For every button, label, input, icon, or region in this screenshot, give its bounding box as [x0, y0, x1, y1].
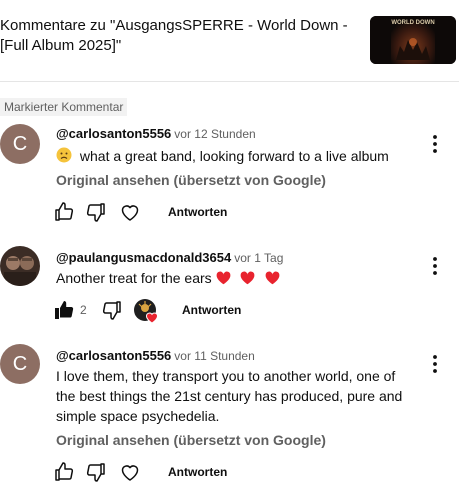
thumb-up-icon [55, 462, 74, 481]
like-button[interactable] [52, 460, 76, 484]
heart-icon [121, 465, 139, 481]
avatar[interactable]: C [0, 344, 40, 384]
thumb-down-icon [86, 203, 105, 222]
comment-text: Another treat for the ears [56, 268, 406, 288]
dislike-button[interactable] [84, 460, 108, 484]
avatar[interactable]: C [0, 124, 40, 164]
comment-author[interactable]: @paulangusmacdonald3654 [56, 250, 231, 265]
comment-item: C @carlosanton5556 vor 11 Stunden I love … [0, 344, 459, 484]
thumbnail-title-text: WORLD DOWN [391, 20, 434, 26]
more-options-button[interactable] [423, 254, 447, 278]
comment-text: what a great band, looking forward to a … [56, 146, 406, 166]
comment-text: I love them, they transport you to anoth… [56, 368, 403, 424]
thumb-down-icon [102, 301, 121, 320]
sad-face-emoji-icon [56, 147, 72, 163]
red-heart-emoji-icon [241, 271, 255, 285]
comment-time[interactable]: vor 1 Tag [234, 251, 283, 265]
creator-heart-badge-icon [134, 299, 159, 324]
like-count: 2 [80, 303, 87, 317]
heart-icon [121, 205, 139, 221]
red-heart-emoji-icon [216, 271, 230, 285]
comments-header: Kommentare zu "AusgangsSPERRE - World Do… [0, 0, 459, 82]
red-heart-emoji-icon [265, 271, 280, 285]
more-vert-icon [433, 257, 437, 275]
like-button[interactable] [52, 200, 76, 224]
comment-item: @paulangusmacdonald3654 vor 1 Tag Another… [0, 246, 459, 326]
comment-time[interactable]: vor 12 Stunden [174, 127, 255, 141]
heart-button[interactable] [118, 460, 142, 484]
dislike-button[interactable] [84, 200, 108, 224]
comment-actions: Antworten [52, 200, 352, 224]
view-original-link[interactable]: Original ansehen (übersetzt von Google) [56, 170, 326, 190]
creator-heart-badge[interactable] [133, 298, 159, 324]
comment-author[interactable]: @carlosanton5556 [56, 126, 171, 141]
reply-button[interactable]: Antworten [168, 463, 227, 481]
thumb-up-icon [55, 301, 74, 319]
comment-author[interactable]: @carlosanton5556 [56, 348, 171, 363]
avatar-photo [0, 246, 40, 286]
header-title: Kommentare zu "AusgangsSPERRE - World Do… [0, 17, 348, 54]
more-options-button[interactable] [423, 352, 447, 376]
video-thumbnail[interactable]: WORLD DOWN [370, 16, 456, 64]
thumbnail-title-layer: WORLD DOWN [391, 20, 434, 26]
avatar[interactable] [0, 246, 40, 286]
like-button[interactable] [52, 298, 76, 322]
reply-button[interactable]: Antworten [182, 301, 241, 319]
comment-item: C @carlosanton5556 vor 12 Stunden what a … [0, 124, 459, 224]
pinned-comment-label: Markierter Kommentar [0, 98, 128, 116]
thumb-up-icon [55, 202, 74, 221]
view-original-link[interactable]: Original ansehen (übersetzt von Google) [56, 430, 326, 450]
more-vert-icon [433, 135, 437, 153]
heart-button[interactable] [118, 200, 142, 224]
dislike-button[interactable] [100, 298, 124, 322]
more-options-button[interactable] [423, 132, 447, 156]
reply-button[interactable]: Antworten [168, 203, 227, 221]
comment-text-body: what a great band, looking forward to a … [79, 148, 389, 164]
thumb-down-icon [86, 463, 105, 482]
more-vert-icon [433, 355, 437, 373]
comment-text-body: Another treat for the ears [56, 270, 212, 286]
comment-actions: 2 Antworten [52, 298, 352, 324]
comment-time[interactable]: vor 11 Stunden [174, 349, 255, 363]
comment-actions: Antworten [52, 460, 352, 484]
